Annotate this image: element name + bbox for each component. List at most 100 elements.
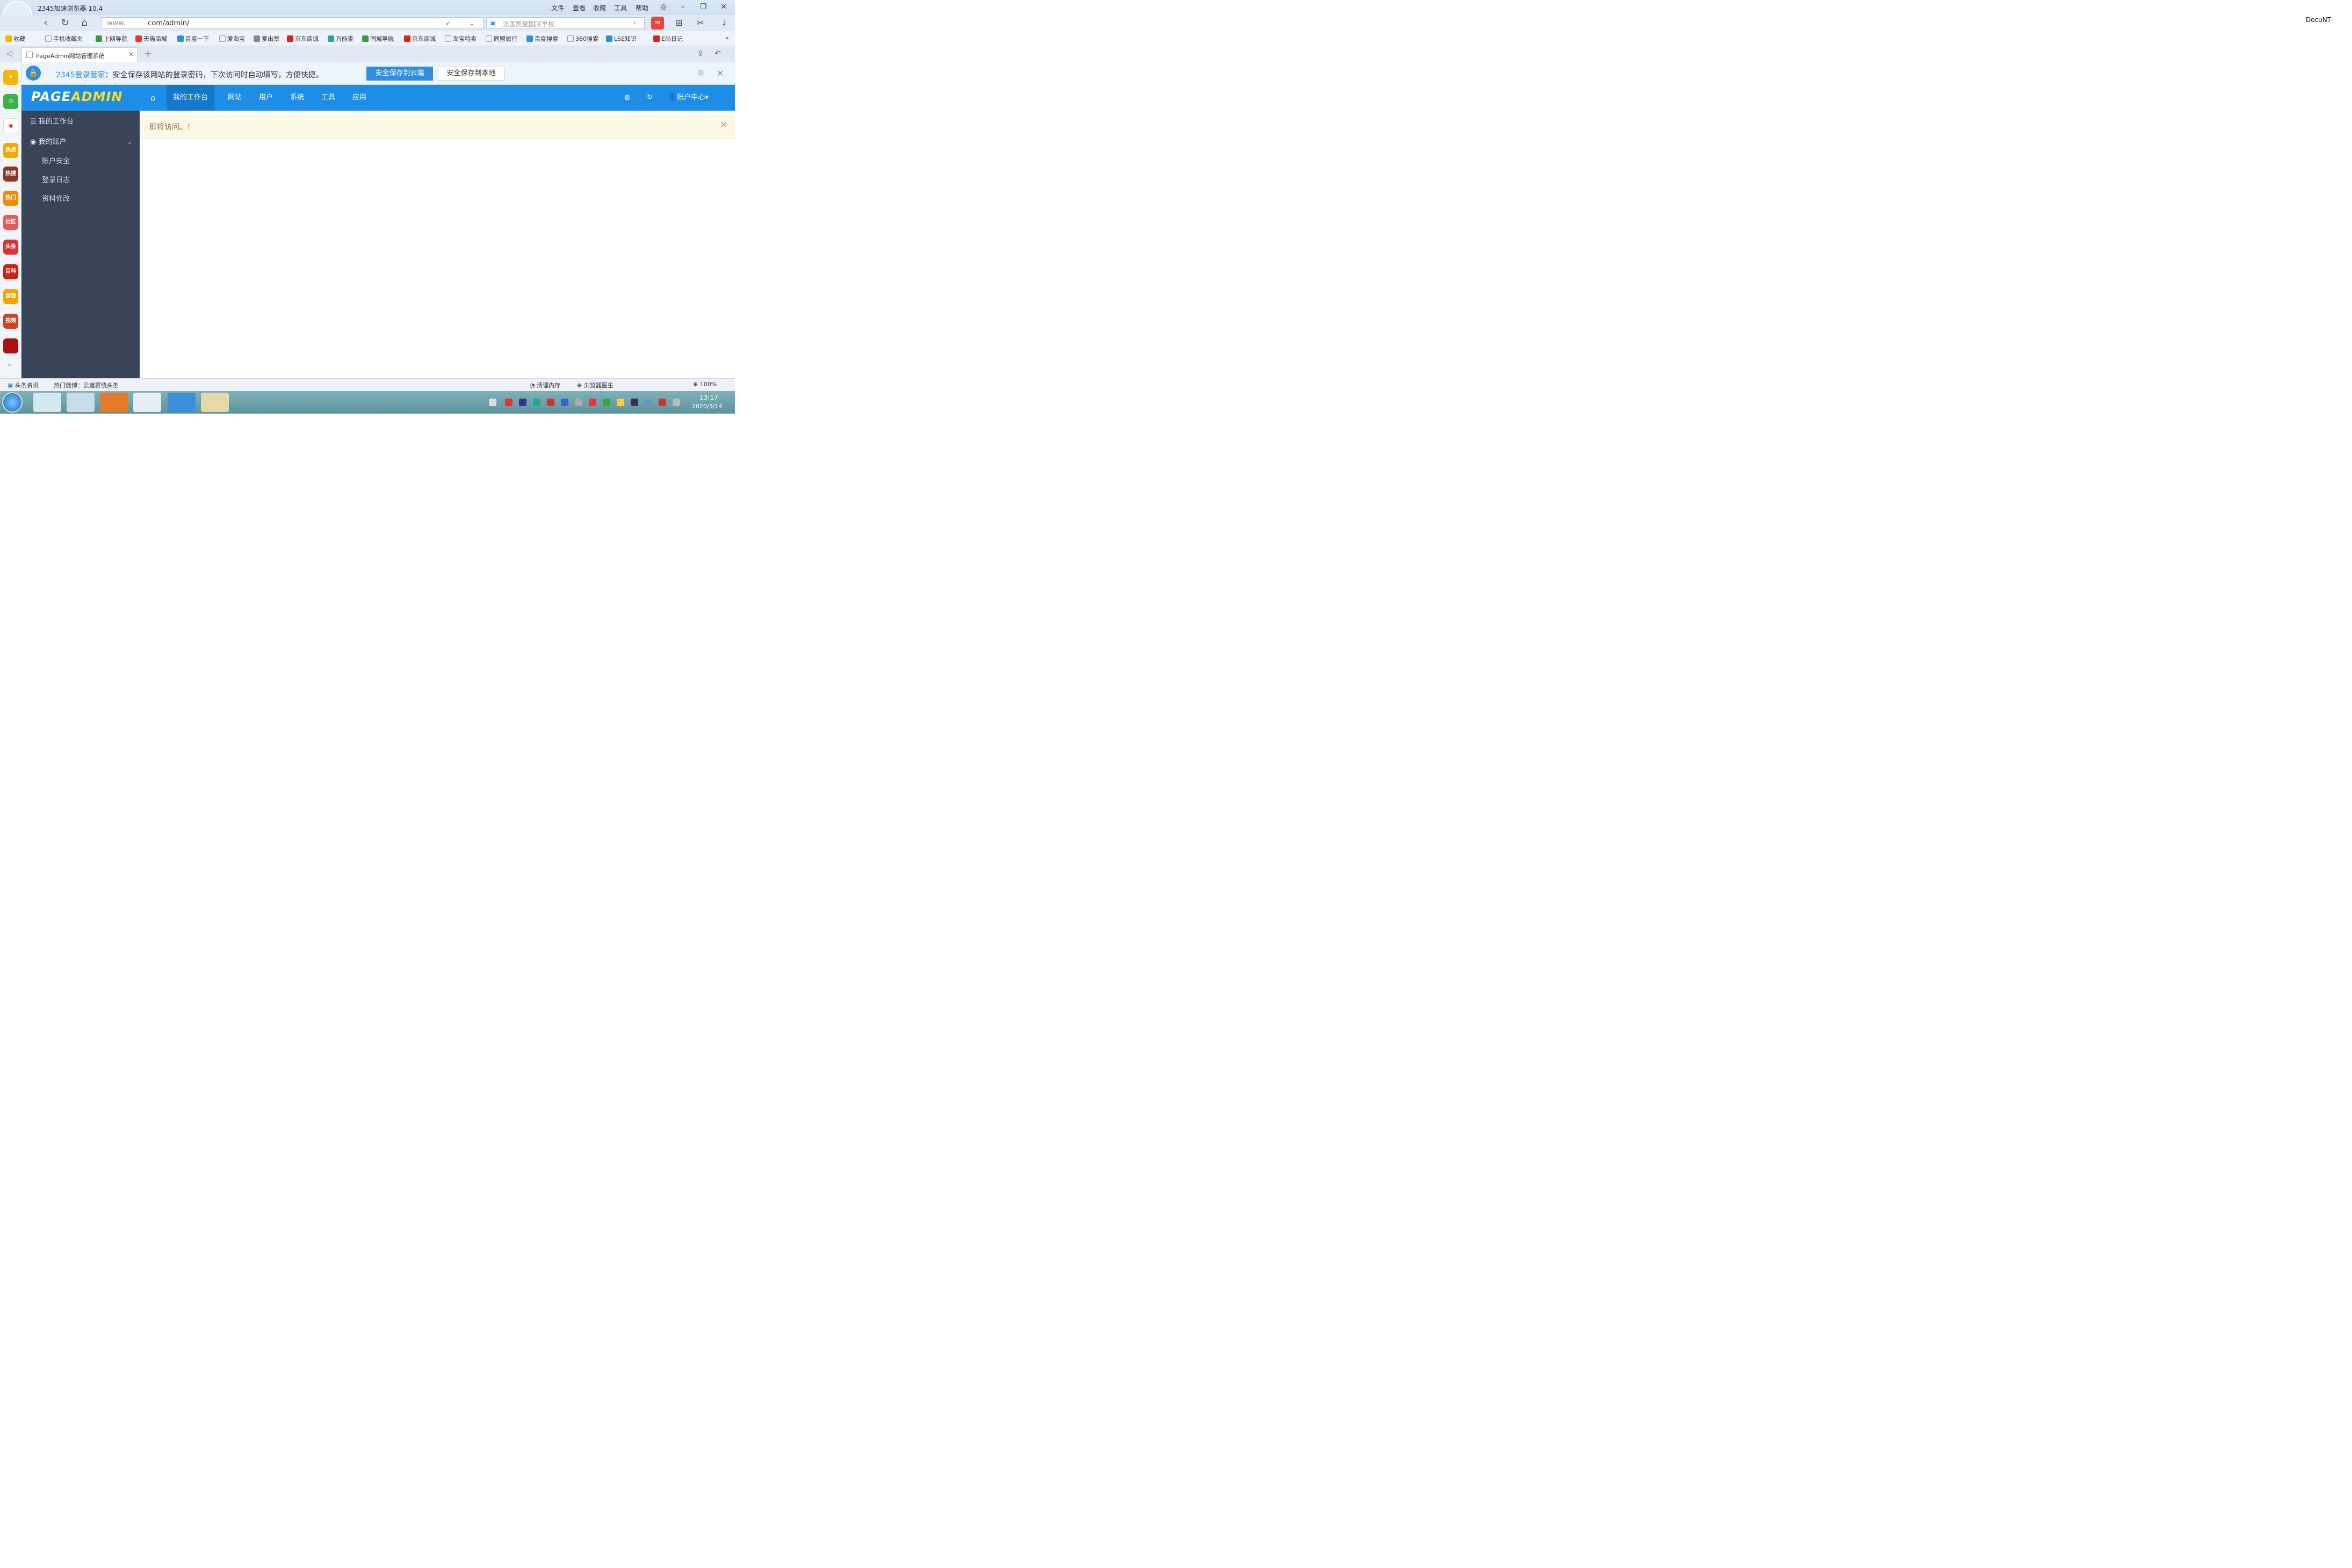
menu-help[interactable]: 帮助 [636,3,648,12]
minimize-button[interactable]: – [678,2,688,12]
bookmark-item[interactable]: 淘宝特卖 [445,34,477,43]
tray-icon[interactable] [617,399,624,406]
bookmark-item[interactable]: 京东商城 [287,34,319,43]
strip-item[interactable]: 热点 [3,143,18,158]
strip-item-extra[interactable] [3,338,18,353]
bookmark-item[interactable]: 爱淘宝 [219,34,245,43]
tray-icon[interactable] [659,399,666,406]
tray-icon[interactable] [575,399,582,406]
close-tab-icon[interactable]: × [128,50,134,59]
bookmark-item[interactable]: 同盟旅行 [486,34,517,43]
network-icon[interactable] [673,399,680,406]
search-box[interactable]: ▣ 法国凯旋国际学校 ⌕ [486,17,645,29]
account-center-menu[interactable]: 👤账户中心▾ [662,85,715,111]
tray-icon[interactable] [533,399,540,406]
address-bar[interactable]: www. com/admin/ ➶ ⌄ [101,17,484,29]
tray-icon[interactable] [505,399,513,406]
browser-doctor[interactable]: ⊕ 浏览器医生 [577,381,614,389]
skin-icon[interactable]: ◎ [659,2,668,12]
save-to-cloud-button[interactable]: 安全保存到云端 [366,67,433,81]
bookmark-item[interactable]: 京东商城 [404,34,436,43]
search-input[interactable]: 法国凯旋国际学校 [503,19,554,28]
nav-users[interactable]: 用户 [252,85,279,111]
menu-view[interactable]: 查看 [573,3,586,12]
zoom-level[interactable]: ⊕ 100% [693,381,717,388]
refresh-app-icon[interactable]: ↻ [640,85,659,111]
taskbar-app-folder[interactable] [201,393,229,412]
close-notice-icon[interactable]: × [720,119,727,129]
taskbar-app-explorer[interactable] [33,393,61,412]
bookmark-item[interactable]: 360搜索 [567,34,598,43]
tray-icon[interactable] [645,399,652,406]
undo-icon[interactable]: ↶ [715,49,721,58]
nav-tools[interactable]: 工具 [315,85,342,111]
weibo-icon[interactable]: ◉ [3,118,18,133]
clock-icon[interactable]: ◷ [3,94,18,109]
nav-workbench[interactable]: 我的工作台 [167,85,215,111]
tray-icon[interactable] [489,399,496,406]
refresh-icon[interactable]: ↻ [59,17,71,29]
nav-system[interactable]: 系统 [284,85,311,111]
tray-icon[interactable] [589,399,596,406]
share-icon[interactable]: ⇪ [697,49,704,58]
scissors-icon[interactable]: ✂ [694,17,707,30]
rocket-icon[interactable]: ➶ [445,19,451,27]
save-to-local-button[interactable]: 安全保存到本地 [438,67,504,81]
close-password-bar-icon[interactable]: ✕ [717,68,724,78]
bookmark-item[interactable]: 收藏 [5,34,25,43]
taskbar-app-firefox[interactable] [100,393,128,412]
clean-memory[interactable]: ◔ 清理内存 [530,381,560,389]
tray-icon[interactable] [561,399,568,406]
strip-item[interactable]: 头条 [3,240,18,255]
taskbar-app-browser[interactable] [133,393,161,412]
close-window-button[interactable]: ✕ [719,2,728,12]
nav-website[interactable]: 网站 [221,85,248,111]
sidebar-my-account[interactable]: ◉ 我的账户 ⌄ [21,133,140,151]
bookmark-item[interactable]: 百度搜索 [526,34,558,43]
tray-icon[interactable] [547,399,554,406]
strip-more-icon[interactable]: » [8,361,11,368]
favorites-star-icon[interactable]: ★ [3,70,18,85]
news-status[interactable]: ▣ 头条资讯 [8,381,39,389]
tray-icon[interactable] [519,399,526,406]
search-engine-icon[interactable]: ▣ [490,19,496,27]
search-icon[interactable]: ⌕ [633,19,637,27]
menu-favorites[interactable]: 收藏 [593,3,606,12]
strip-item[interactable]: 视频 [3,314,18,329]
bookmark-item[interactable]: 万能查 [328,34,353,43]
tab-pageadmin[interactable]: PageAdmin网站管理系统 × [21,47,138,62]
home-nav-icon[interactable]: ⌂ [144,85,162,111]
apps-icon[interactable]: ⊞ [673,17,686,30]
taskbar-app-ie[interactable] [168,393,196,412]
news-icon[interactable]: ✉ [651,17,664,30]
tab-back-icon[interactable]: ◁ [6,49,12,58]
bookmark-item[interactable]: E尚日记 [653,34,683,43]
menu-tools[interactable]: 工具 [614,3,627,12]
start-button[interactable] [2,392,23,413]
bookmarks-more-icon[interactable]: » [725,34,729,41]
tray-icon[interactable] [631,399,638,406]
nav-apps[interactable]: 应用 [346,85,373,111]
home-icon[interactable]: ⌂ [78,17,90,29]
strip-item[interactable]: 热门 [3,191,18,206]
sidebar-item-security[interactable]: 账户安全 [21,153,140,171]
bookmark-item[interactable]: 手机收藏夹 [45,34,83,43]
bookmark-item[interactable]: 同城导航 [362,34,394,43]
globe-icon[interactable]: ◍ [618,85,637,111]
strip-item[interactable]: 百科 [3,264,18,279]
bookmark-item[interactable]: 爱出票 [254,34,279,43]
strip-item[interactable]: 游戏 [3,289,18,304]
bookmark-item[interactable]: 上网导航 [96,34,127,43]
pageadmin-logo[interactable]: PAGEADMIN [31,89,122,104]
clock-time[interactable]: 13:17 [699,394,718,401]
clock-date[interactable]: 2020/3/14 [692,403,722,410]
sidebar-item-login-log[interactable]: 登录日志 [21,171,140,190]
menu-file[interactable]: 文件 [551,3,564,12]
tray-icon[interactable] [603,399,610,406]
bookmark-item[interactable]: 天猫商城 [135,34,167,43]
strip-item[interactable]: 社区 [3,215,18,230]
bookmark-item[interactable]: LSE知识 [606,34,637,43]
sidebar-workbench[interactable]: ☰ 我的工作台 [21,113,140,131]
download-icon[interactable]: ⤓ [718,17,731,30]
taskbar-app-window[interactable] [67,393,95,412]
